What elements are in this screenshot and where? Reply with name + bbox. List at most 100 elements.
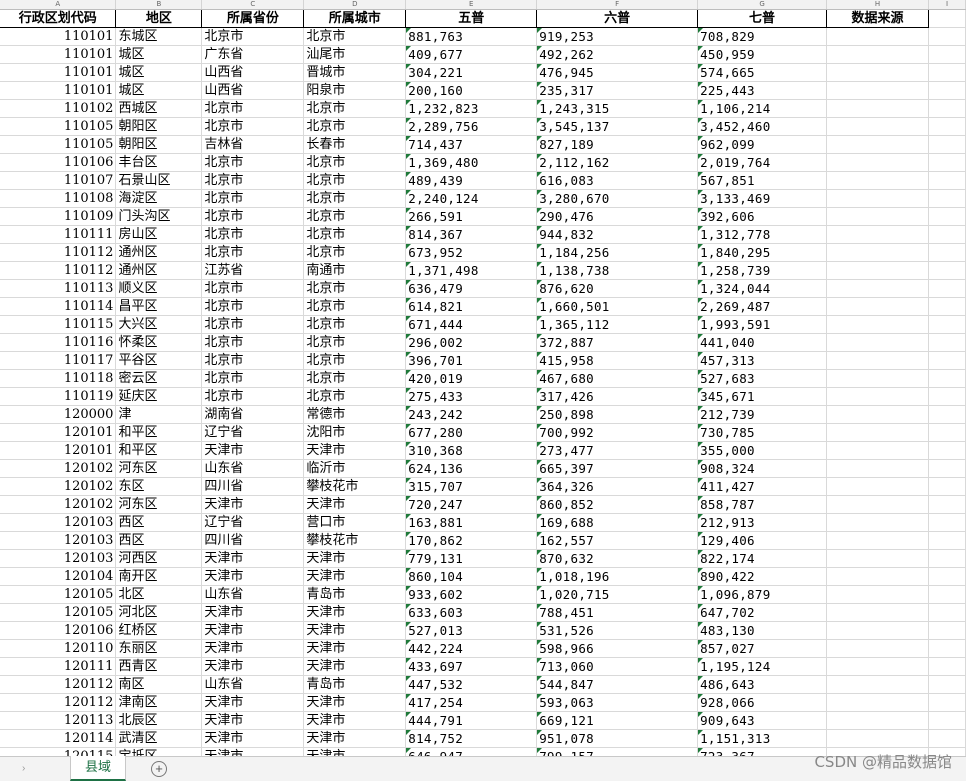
code-cell[interactable]: 120103 <box>0 531 117 550</box>
empty-cell[interactable] <box>928 351 966 370</box>
province-cell[interactable]: 天津市 <box>201 621 305 640</box>
city-cell[interactable]: 北京市 <box>303 171 407 190</box>
province-cell[interactable]: 山西省 <box>201 81 305 100</box>
city-cell[interactable]: 北京市 <box>303 333 407 352</box>
census6-cell[interactable]: 544,847 <box>536 675 699 694</box>
census5-cell[interactable]: 779,131 <box>405 549 538 568</box>
region-cell[interactable]: 城区 <box>115 45 203 64</box>
province-cell[interactable]: 天津市 <box>201 441 305 460</box>
empty-cell[interactable] <box>928 171 966 190</box>
province-cell[interactable]: 广东省 <box>201 45 305 64</box>
city-cell[interactable]: 天津市 <box>303 639 407 658</box>
column-letter[interactable]: D <box>303 0 407 10</box>
empty-cell[interactable] <box>826 639 929 658</box>
city-cell[interactable]: 青岛市 <box>303 675 407 694</box>
empty-cell[interactable] <box>826 279 929 298</box>
empty-cell[interactable] <box>826 27 929 46</box>
code-cell[interactable]: 120113 <box>0 711 117 730</box>
empty-cell[interactable] <box>928 9 966 28</box>
census5-cell[interactable]: 633,603 <box>405 603 538 622</box>
empty-cell[interactable] <box>928 621 966 640</box>
census5-cell[interactable]: 814,367 <box>405 225 538 244</box>
census6-cell[interactable]: 3,545,137 <box>536 117 699 136</box>
city-cell[interactable]: 常德市 <box>303 405 407 424</box>
empty-cell[interactable] <box>928 477 966 496</box>
census6-cell[interactable]: 700,992 <box>536 423 699 442</box>
column-header[interactable]: 五普 <box>405 9 538 28</box>
province-cell[interactable]: 天津市 <box>201 549 305 568</box>
census6-cell[interactable]: 944,832 <box>536 225 699 244</box>
region-cell[interactable]: 武清区 <box>115 729 203 748</box>
province-cell[interactable]: 江苏省 <box>201 261 305 280</box>
census6-cell[interactable]: 870,632 <box>536 549 699 568</box>
empty-cell[interactable] <box>826 153 929 172</box>
code-cell[interactable]: 110101 <box>0 81 117 100</box>
empty-cell[interactable] <box>826 387 929 406</box>
census5-cell[interactable]: 1,232,823 <box>405 99 538 118</box>
census7-cell[interactable]: 212,913 <box>697 513 828 532</box>
census7-cell[interactable]: 1,096,879 <box>697 585 828 604</box>
data-table[interactable]: ABCDEFGHI 行政区划代码 地区 所属省份 所属城市 五普 六普 七普 数据来源 110… <box>0 0 966 756</box>
code-cell[interactable]: 120101 <box>0 441 117 460</box>
census5-cell[interactable]: 296,002 <box>405 333 538 352</box>
census7-cell[interactable]: 1,258,739 <box>697 261 828 280</box>
empty-cell[interactable] <box>928 639 966 658</box>
empty-cell[interactable] <box>826 225 929 244</box>
empty-cell[interactable] <box>826 135 929 154</box>
empty-cell[interactable] <box>826 585 929 604</box>
province-cell[interactable]: 天津市 <box>201 657 305 676</box>
code-cell[interactable]: 120106 <box>0 621 117 640</box>
province-cell[interactable]: 天津市 <box>201 711 305 730</box>
region-cell[interactable]: 通州区 <box>115 243 203 262</box>
census7-cell[interactable]: 822,174 <box>697 549 828 568</box>
city-cell[interactable]: 天津市 <box>303 711 407 730</box>
census6-cell[interactable]: 593,063 <box>536 693 699 712</box>
region-cell[interactable]: 石景山区 <box>115 171 203 190</box>
census5-cell[interactable]: 714,437 <box>405 135 538 154</box>
census6-cell[interactable]: 250,898 <box>536 405 699 424</box>
empty-cell[interactable] <box>826 423 929 442</box>
empty-cell[interactable] <box>826 63 929 82</box>
province-cell[interactable]: 北京市 <box>201 297 305 316</box>
census7-cell[interactable]: 1,993,591 <box>697 315 828 334</box>
city-cell[interactable]: 北京市 <box>303 297 407 316</box>
column-header[interactable]: 六普 <box>536 9 699 28</box>
column-header[interactable]: 所属城市 <box>303 9 407 28</box>
sheet-nav-arrow-icon[interactable]: › <box>22 763 25 774</box>
empty-cell[interactable] <box>826 549 929 568</box>
census7-cell[interactable]: 928,066 <box>697 693 828 712</box>
census7-cell[interactable]: 574,665 <box>697 63 828 82</box>
empty-cell[interactable] <box>826 693 929 712</box>
empty-cell[interactable] <box>826 621 929 640</box>
census6-cell[interactable]: 788,451 <box>536 603 699 622</box>
empty-cell[interactable] <box>928 225 966 244</box>
region-cell[interactable]: 北辰区 <box>115 711 203 730</box>
census5-cell[interactable]: 396,701 <box>405 351 538 370</box>
column-letter[interactable]: G <box>697 0 828 10</box>
census6-cell[interactable]: 827,189 <box>536 135 699 154</box>
city-cell[interactable]: 北京市 <box>303 153 407 172</box>
census6-cell[interactable]: 860,852 <box>536 495 699 514</box>
city-cell[interactable]: 南通市 <box>303 261 407 280</box>
column-header[interactable]: 七普 <box>697 9 828 28</box>
census7-cell[interactable]: 858,787 <box>697 495 828 514</box>
city-cell[interactable]: 临沂市 <box>303 459 407 478</box>
empty-cell[interactable] <box>928 693 966 712</box>
city-cell[interactable]: 北京市 <box>303 99 407 118</box>
code-cell[interactable]: 110105 <box>0 117 117 136</box>
census5-cell[interactable]: 304,221 <box>405 63 538 82</box>
census7-cell[interactable]: 3,452,460 <box>697 117 828 136</box>
code-cell[interactable]: 120105 <box>0 585 117 604</box>
empty-cell[interactable] <box>928 207 966 226</box>
region-cell[interactable]: 南开区 <box>115 567 203 586</box>
region-cell[interactable]: 和平区 <box>115 423 203 442</box>
province-cell[interactable]: 辽宁省 <box>201 423 305 442</box>
census5-cell[interactable]: 447,532 <box>405 675 538 694</box>
census7-cell[interactable]: 355,000 <box>697 441 828 460</box>
city-cell[interactable]: 天津市 <box>303 495 407 514</box>
census7-cell[interactable]: 1,324,044 <box>697 279 828 298</box>
column-header[interactable]: 数据来源 <box>826 9 929 28</box>
code-cell[interactable]: 120103 <box>0 513 117 532</box>
region-cell[interactable]: 和平区 <box>115 441 203 460</box>
census6-cell[interactable]: 364,326 <box>536 477 699 496</box>
